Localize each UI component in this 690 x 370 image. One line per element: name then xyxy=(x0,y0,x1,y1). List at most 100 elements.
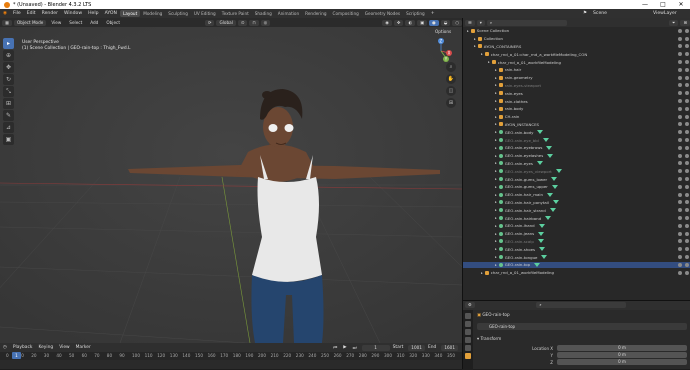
eye-icon[interactable] xyxy=(678,106,682,111)
camera-icon[interactable] xyxy=(685,44,689,49)
camera-icon[interactable] xyxy=(685,153,689,158)
eye-icon[interactable] xyxy=(678,216,682,221)
outliner-item[interactable]: ▸ GEO-rain-hairband xyxy=(463,215,690,221)
expand-arrow-icon[interactable]: ▸ xyxy=(495,99,497,103)
expand-arrow-icon[interactable]: ▸ xyxy=(495,177,497,181)
eye-icon[interactable] xyxy=(678,177,682,182)
scene-tab-icon[interactable] xyxy=(465,345,471,351)
outliner-item[interactable]: ▸ rain-eyes xyxy=(463,90,690,96)
visibility-icon[interactable]: ◉ xyxy=(382,19,392,26)
camera-icon[interactable] xyxy=(685,114,689,119)
expand-arrow-icon[interactable]: ▸ xyxy=(495,68,497,72)
expand-arrow-icon[interactable]: ▸ xyxy=(495,115,497,119)
outliner-item[interactable]: ▸ rain-geometry xyxy=(463,75,690,81)
outliner-item[interactable]: ▸ GEO-rain-eye_bbl xyxy=(463,137,690,143)
eye-icon[interactable] xyxy=(678,153,682,158)
camera-icon[interactable] xyxy=(685,200,689,205)
shading-material-icon[interactable]: ◒ xyxy=(440,19,451,26)
scale-tool-icon[interactable]: ⤡ xyxy=(3,86,14,97)
editor-type-icon[interactable]: ▦ xyxy=(2,19,12,26)
camera-view-icon[interactable]: ◫ xyxy=(446,86,456,96)
current-frame-field[interactable]: 1 xyxy=(361,344,390,351)
expand-arrow-icon[interactable]: ▸ xyxy=(495,146,497,150)
eye-icon[interactable] xyxy=(678,28,682,33)
transform-tool-icon[interactable]: ⊞ xyxy=(3,98,14,109)
expand-arrow-icon[interactable]: ▸ xyxy=(488,60,490,64)
expand-arrow-icon[interactable]: ▸ xyxy=(481,271,483,275)
snap-icon[interactable]: ⊓ xyxy=(249,19,259,26)
properties-search-input[interactable]: ⌕ xyxy=(536,302,627,308)
outliner-display-mode-icon[interactable]: ▾ xyxy=(476,19,485,26)
eye-icon[interactable] xyxy=(678,262,682,267)
camera-icon[interactable] xyxy=(685,145,689,150)
menu-keying[interactable]: Keying xyxy=(35,345,56,350)
menu-object[interactable]: Object xyxy=(103,20,123,26)
camera-icon[interactable] xyxy=(685,208,689,213)
options-button[interactable]: Options xyxy=(435,29,451,34)
menu-file[interactable]: File xyxy=(10,11,24,16)
expand-arrow-icon[interactable]: ▸ xyxy=(495,154,497,158)
outliner-item[interactable]: ▸ char_rnd_a_01_workfileModeling xyxy=(463,270,690,276)
expand-arrow-icon[interactable]: ▸ xyxy=(495,138,497,142)
tab-uv-editing[interactable]: UV Editing xyxy=(191,10,219,17)
camera-icon[interactable] xyxy=(685,36,689,41)
expand-arrow-icon[interactable]: ▸ xyxy=(495,169,497,173)
camera-icon[interactable] xyxy=(685,239,689,244)
camera-icon[interactable] xyxy=(685,223,689,228)
camera-icon[interactable] xyxy=(685,262,689,267)
camera-icon[interactable] xyxy=(685,270,689,275)
outliner-item[interactable]: ▸ rain-body xyxy=(463,106,690,112)
outliner-item[interactable]: ▸ GEO-rain-hair_main xyxy=(463,192,690,198)
menu-add[interactable]: Add xyxy=(87,20,101,26)
tab-texture-paint[interactable]: Texture Paint xyxy=(219,10,252,17)
eye-icon[interactable] xyxy=(678,145,682,150)
blender-menu-icon[interactable]: ◉ xyxy=(0,11,10,16)
minimize-button[interactable]: — xyxy=(636,0,654,9)
outliner-editor-icon[interactable]: ☰ xyxy=(465,19,475,26)
camera-icon[interactable] xyxy=(685,231,689,236)
outliner-item[interactable]: ▸ rain-clothes xyxy=(463,98,690,104)
camera-icon[interactable] xyxy=(685,192,689,197)
shading-solid-icon[interactable]: ● xyxy=(429,19,439,26)
pivot-icon[interactable]: ⊙ xyxy=(237,19,248,26)
eye-icon[interactable] xyxy=(678,36,682,41)
measure-tool-icon[interactable]: ⊿ xyxy=(3,122,14,133)
render-tab-icon[interactable] xyxy=(465,321,471,327)
camera-icon[interactable] xyxy=(685,122,689,127)
eye-icon[interactable] xyxy=(678,247,682,252)
expand-arrow-icon[interactable]: ▸ xyxy=(495,263,497,267)
expand-arrow-icon[interactable]: ▸ xyxy=(495,255,497,259)
overlay-toggle-icon[interactable]: ◐ xyxy=(405,19,416,26)
gizmo-toggle-icon[interactable]: ✥ xyxy=(393,19,404,26)
zoom-icon[interactable]: ⌕ xyxy=(446,62,456,72)
camera-icon[interactable] xyxy=(685,83,689,88)
current-frame-indicator[interactable]: 1 xyxy=(12,352,21,359)
tab-geometry-nodes[interactable]: Geometry Nodes xyxy=(362,10,403,17)
camera-icon[interactable] xyxy=(685,169,689,174)
outliner-item[interactable]: ▸ GEO-rain-eyes xyxy=(463,161,690,167)
tab-compositing[interactable]: Compositing xyxy=(330,10,362,17)
outliner-item[interactable]: ▸ AYON_INSTANCES xyxy=(463,122,690,128)
camera-icon[interactable] xyxy=(685,99,689,104)
eye-icon[interactable] xyxy=(678,67,682,72)
mode-selector[interactable]: Object Mode xyxy=(13,19,47,26)
camera-icon[interactable] xyxy=(685,177,689,182)
menu-marker[interactable]: Marker xyxy=(73,345,94,350)
eye-icon[interactable] xyxy=(678,239,682,244)
outliner-item[interactable]: ▸ CH-rain xyxy=(463,114,690,120)
eye-icon[interactable] xyxy=(678,91,682,96)
3d-viewport[interactable]: ▸ ⊕ ✥ ↻ ⤡ ⊞ ✎ ⊿ ▣ User Perspective (1) S… xyxy=(0,27,462,343)
jump-start-icon[interactable]: ⏮ xyxy=(330,345,340,351)
outliner-item[interactable]: ▸ GEO-rain-hair_strand xyxy=(463,207,690,213)
menu-timeline-view[interactable]: View xyxy=(56,345,72,350)
camera-icon[interactable] xyxy=(685,216,689,221)
scene-selector[interactable]: Scene xyxy=(590,11,650,16)
eye-icon[interactable] xyxy=(678,114,682,119)
rotate-tool-icon[interactable]: ↻ xyxy=(3,74,14,85)
orientation-selector[interactable]: Global xyxy=(216,19,236,26)
transform-panel-header[interactable]: ▾ Transform xyxy=(477,336,501,341)
navigation-gizmo[interactable]: Z X Y xyxy=(430,38,452,64)
expand-arrow-icon[interactable]: ▸ xyxy=(495,239,497,243)
outliner-item[interactable]: ▸ GEO-rain-gums_upper xyxy=(463,184,690,190)
eye-icon[interactable] xyxy=(678,60,682,65)
